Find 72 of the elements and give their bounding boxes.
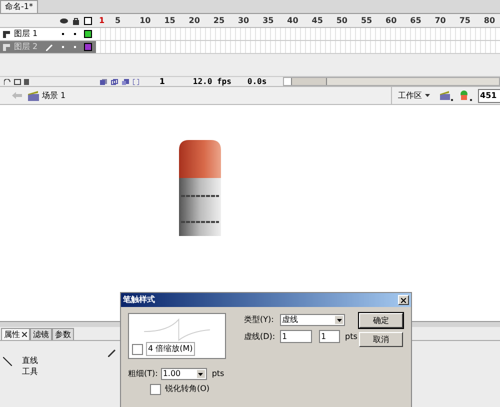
trash-icon[interactable] xyxy=(24,78,29,85)
close-icon xyxy=(401,298,406,302)
document-tab[interactable]: 命名-1* xyxy=(0,0,38,13)
close-icon[interactable] xyxy=(22,332,27,337)
frame-number: 15 xyxy=(164,14,176,26)
layer-color-swatch[interactable] xyxy=(84,30,92,38)
frame-number: 80 xyxy=(484,14,496,26)
thickness-select[interactable]: 1.00 xyxy=(160,368,207,380)
frame-number: 75 xyxy=(459,14,472,26)
dash-label: 虚线(D): xyxy=(244,330,276,342)
line-tool-icon xyxy=(3,357,12,366)
frame-number: 60 xyxy=(386,14,398,26)
bracket-icon[interactable] xyxy=(133,78,140,84)
frame-number: 50 xyxy=(336,14,348,26)
sharp-corners-label[interactable]: 锐化转角(O) xyxy=(165,383,210,395)
onion-skin-icon[interactable] xyxy=(100,78,108,84)
thickness-unit: pts xyxy=(212,368,224,380)
eye-icon[interactable] xyxy=(60,18,68,24)
checkbox[interactable] xyxy=(150,384,161,394)
dropdown-arrow-icon xyxy=(425,94,430,97)
close-button[interactable] xyxy=(398,295,409,305)
lock-icon[interactable] xyxy=(73,16,79,24)
layer-name: 图层 1 xyxy=(14,28,38,40)
zoom-field[interactable]: 451 xyxy=(478,88,500,102)
frame-number: 20 xyxy=(188,14,201,26)
pencil-icon[interactable] xyxy=(108,349,116,357)
frame-number: 40 xyxy=(287,14,300,26)
panel-tab[interactable]: 滤镜 xyxy=(30,328,52,340)
layer-row[interactable]: 图层 1 xyxy=(0,28,96,40)
layer-color-swatch[interactable] xyxy=(84,43,92,51)
frame-number: 1 xyxy=(98,14,106,26)
frame-number: 30 xyxy=(238,14,250,26)
dash-length-field[interactable]: 1 xyxy=(280,330,312,343)
frame-number: 70 xyxy=(434,14,447,26)
scene-name[interactable]: 场景 1 xyxy=(42,90,66,102)
panel-tab[interactable]: 参数 xyxy=(52,328,74,340)
folder-icon[interactable] xyxy=(14,78,21,84)
dialog-button[interactable]: 确定 xyxy=(359,313,403,328)
layer-name: 图层 2 xyxy=(14,41,38,53)
type-label: 类型(Y): xyxy=(244,314,275,326)
add-layer-icon[interactable] xyxy=(4,78,11,84)
outline-icon[interactable] xyxy=(84,16,92,24)
dropdown-arrow-icon xyxy=(336,318,342,322)
scene-icon xyxy=(28,90,39,100)
gap-length-field[interactable]: 1 xyxy=(319,330,340,343)
frame-number: 25 xyxy=(213,14,226,26)
frame-rate: 12.0 fps xyxy=(192,76,232,88)
edit-symbol-icon[interactable] xyxy=(459,90,472,101)
elapsed-time: 0.0s xyxy=(247,76,267,88)
frame-number: 65 xyxy=(410,14,422,26)
tool-name: 工具 xyxy=(22,366,38,377)
panel-tab[interactable]: 属性 xyxy=(1,328,30,340)
type-select[interactable]: 虚线 xyxy=(280,314,345,326)
thickness-label: 粗细(T): xyxy=(128,368,158,380)
tool-name: 直线 xyxy=(22,355,38,366)
edit-scene-icon[interactable] xyxy=(440,90,453,101)
workspace-dropdown[interactable]: 工作区 xyxy=(391,87,430,104)
edit-frames-icon[interactable] xyxy=(122,78,130,84)
zoom-checkbox-label[interactable]: 4 倍缩放(M) xyxy=(146,342,195,356)
current-frame: 1 xyxy=(159,76,165,88)
dialog-title: 笔触样式 xyxy=(123,294,156,306)
frame-number: 10 xyxy=(140,14,152,26)
frame-number: 55 xyxy=(360,14,374,26)
horizontal-scrollbar[interactable] xyxy=(282,77,500,86)
frame-number: 35 xyxy=(262,14,275,26)
dropdown-arrow-icon xyxy=(198,372,204,376)
dialog-button[interactable]: 取消 xyxy=(359,332,403,347)
checkbox[interactable] xyxy=(132,344,143,354)
frame-number: 45 xyxy=(312,14,324,26)
frame-number: 5 xyxy=(115,14,122,26)
dash-unit: pts xyxy=(345,330,358,342)
onion-outline-icon[interactable] xyxy=(111,78,118,84)
